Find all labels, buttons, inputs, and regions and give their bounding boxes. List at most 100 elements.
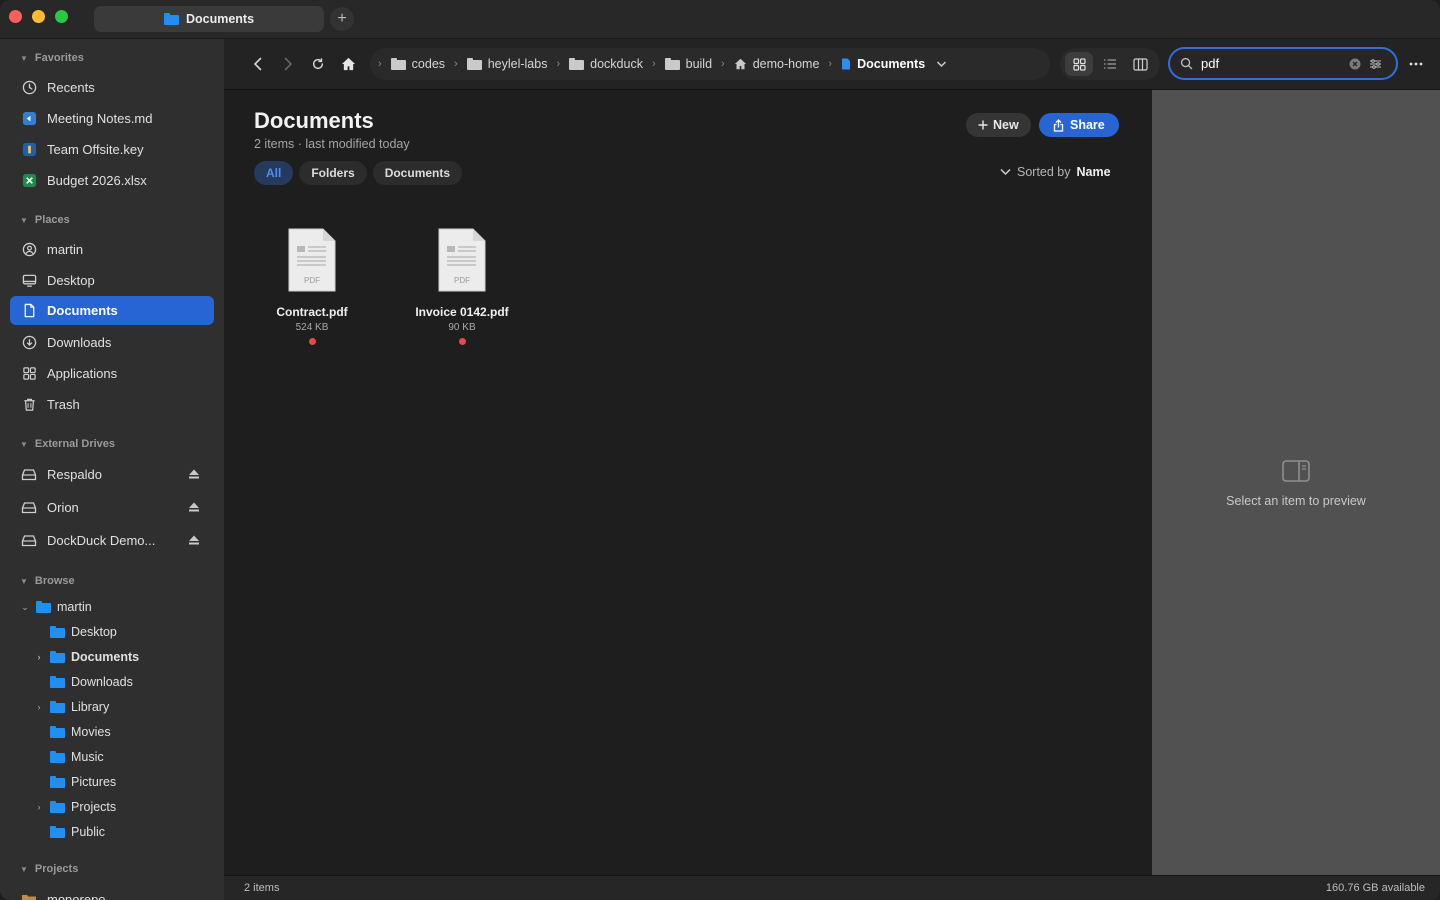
tree-item-music[interactable]: Music	[34, 746, 104, 768]
external-drives-section-header[interactable]: ▼ External Drives	[20, 438, 115, 450]
sidebar-item-desktop[interactable]: Desktop	[10, 266, 214, 295]
breadcrumb-build[interactable]: build	[658, 57, 719, 71]
chevron-right-icon[interactable]: ›	[34, 652, 44, 662]
sidebar-item-downloads[interactable]: Downloads	[10, 328, 214, 357]
folder-icon	[50, 651, 65, 663]
new-tab-button[interactable]: +	[330, 7, 354, 31]
tab-label: Documents	[185, 12, 255, 26]
home-button[interactable]	[338, 54, 358, 74]
available-space: 160.76 GB available	[1325, 882, 1425, 894]
folder-icon	[664, 58, 680, 70]
projects-section-header[interactable]: ▼ Projects	[20, 863, 78, 875]
file-size: 524 KB	[295, 322, 329, 333]
breadcrumb-demo-home[interactable]: demo-home	[727, 57, 827, 71]
search-input[interactable]	[1201, 56, 1341, 71]
applications-icon	[21, 366, 37, 382]
search-field[interactable]	[1168, 47, 1398, 80]
eject-icon[interactable]	[188, 501, 200, 513]
file-item-contract[interactable]: PDF Contract.pdf 524 KB	[252, 228, 372, 345]
close-window-button[interactable]	[9, 10, 22, 23]
item-count: 2 items	[244, 882, 280, 894]
list-view-button[interactable]	[1096, 52, 1124, 76]
excel-icon	[21, 173, 37, 189]
document-icon	[21, 303, 37, 319]
tree-item-documents[interactable]: › Documents	[34, 646, 140, 668]
tree-item-movies[interactable]: Movies	[34, 721, 111, 743]
grid-view-button[interactable]	[1065, 52, 1094, 76]
sidebar-item-applications[interactable]: Applications	[10, 359, 214, 388]
chevron-right-icon[interactable]: ›	[34, 802, 44, 812]
file-item-invoice[interactable]: PDF Invoice 0142.pdf 90 KB	[402, 228, 522, 345]
sidebar-item-trash[interactable]: Trash	[10, 390, 214, 419]
eject-icon[interactable]	[188, 468, 200, 480]
plus-icon	[978, 120, 988, 130]
folder-icon	[50, 726, 65, 738]
sidebar-item-martin[interactable]: martin	[10, 235, 214, 264]
folder-icon	[569, 58, 585, 70]
tree-item-projects[interactable]: › Projects	[34, 796, 117, 818]
sidebar-item-dockduck-demo[interactable]: DockDuck Demo...	[10, 526, 214, 555]
forward-button[interactable]	[278, 54, 298, 74]
document-icon	[842, 58, 851, 70]
finder-window: Documents + ▼ Favorites Recents Meeting …	[0, 0, 1440, 900]
new-button[interactable]: New	[966, 113, 1031, 137]
filter-options-icon[interactable]	[1369, 58, 1382, 70]
more-options-button[interactable]	[1404, 53, 1428, 75]
folder-icon	[466, 58, 482, 70]
breadcrumb-dropdown[interactable]	[932, 60, 954, 68]
breadcrumb-documents[interactable]: Documents	[834, 57, 932, 71]
share-button[interactable]: Share	[1039, 113, 1119, 137]
breadcrumb-heylel-labs[interactable]: heylel-labs	[460, 57, 555, 71]
drive-icon	[21, 467, 37, 483]
trash-icon	[21, 397, 37, 413]
breadcrumb-dockduck[interactable]: dockduck	[562, 57, 650, 71]
chevron-down-icon: ▼	[20, 439, 28, 449]
refresh-button[interactable]	[308, 54, 328, 74]
breadcrumb-codes[interactable]: codes	[384, 57, 452, 71]
sidebar-item-team-offsite[interactable]: Team Offsite.key	[10, 135, 214, 164]
tree-item-library[interactable]: › Library	[34, 696, 110, 718]
sidebar-item-recents[interactable]: Recents	[10, 73, 214, 102]
tree-item-public[interactable]: Public	[34, 821, 105, 843]
page-title: Documents	[254, 108, 374, 133]
back-button[interactable]	[248, 54, 268, 74]
page-subtitle: 2 items · last modified today	[254, 137, 410, 151]
sidebar-item-documents[interactable]: Documents	[10, 296, 214, 325]
chevron-down-icon[interactable]: ⌄	[20, 602, 30, 613]
grid-icon	[1073, 57, 1086, 71]
vscode-icon	[21, 111, 37, 127]
sidebar-item-orion[interactable]: Orion	[10, 493, 214, 522]
maximize-window-button[interactable]	[55, 10, 68, 23]
folder-icon	[50, 801, 65, 813]
search-icon	[1180, 57, 1193, 70]
refresh-icon	[312, 58, 324, 70]
red-tag-indicator	[308, 338, 316, 345]
tab-documents[interactable]: Documents	[94, 6, 324, 32]
places-section-header[interactable]: ▼ Places	[20, 214, 70, 226]
tree-item-martin[interactable]: ⌄ martin	[20, 596, 92, 618]
filter-all[interactable]: All	[254, 161, 294, 185]
sidebar-item-respaldo[interactable]: Respaldo	[10, 460, 214, 489]
eject-icon[interactable]	[188, 534, 200, 546]
drive-icon	[21, 533, 37, 549]
tree-item-desktop[interactable]: Desktop	[34, 621, 117, 643]
chevron-left-icon	[253, 57, 262, 71]
clear-search-icon[interactable]	[1349, 58, 1361, 70]
sort-control[interactable]: Sorted by Name	[1000, 165, 1111, 179]
tree-item-downloads[interactable]: Downloads	[34, 671, 133, 693]
column-view-button[interactable]	[1127, 52, 1155, 76]
chevron-down-icon: ▼	[20, 53, 28, 63]
file-name: Contract.pdf	[276, 305, 348, 319]
favorites-section-header[interactable]: ▼ Favorites	[20, 52, 84, 64]
breadcrumb: › codes › heylel-labs › dockduck › build…	[370, 48, 1050, 80]
filter-folders[interactable]: Folders	[299, 161, 367, 185]
filter-documents[interactable]: Documents	[372, 161, 463, 185]
chevron-right-icon[interactable]: ›	[34, 702, 44, 712]
sidebar-item-meeting-notes[interactable]: Meeting Notes.md	[10, 104, 214, 133]
minimize-window-button[interactable]	[32, 10, 45, 23]
sidebar-item-monorepo[interactable]: monorepo	[10, 885, 214, 900]
sidebar-item-budget[interactable]: Budget 2026.xlsx	[10, 166, 214, 195]
tree-item-pictures[interactable]: Pictures	[34, 771, 116, 793]
status-bar: 2 items 160.76 GB available	[224, 875, 1440, 900]
browse-section-header[interactable]: ▼ Browse	[20, 575, 75, 587]
